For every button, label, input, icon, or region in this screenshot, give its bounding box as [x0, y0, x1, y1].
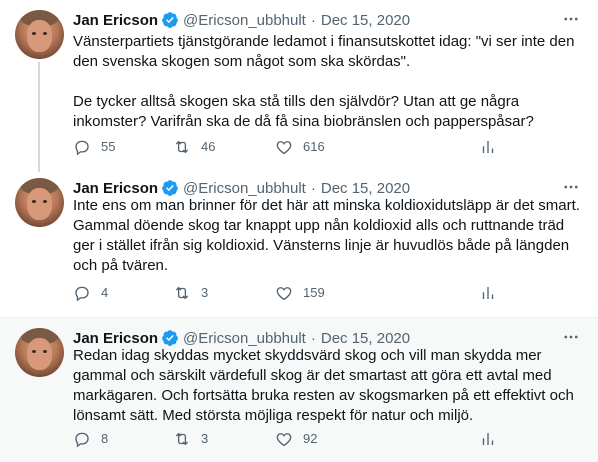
more-options-icon[interactable] — [562, 10, 580, 28]
author-name[interactable]: Jan Ericson — [73, 330, 158, 347]
verified-badge-icon — [162, 330, 178, 346]
tweet-text: Redan idag skyddas mycket skyddsvärd sko… — [73, 347, 578, 424]
like-button[interactable]: 159 — [275, 283, 325, 303]
analytics-icon — [482, 141, 494, 153]
reply-count: 8 — [101, 431, 109, 446]
tweet-1[interactable]: Jan Ericson @Ericson_ubbhult · Dec 15, 2… — [0, 0, 598, 172]
reply-button[interactable]: 4 — [73, 283, 108, 303]
author-handle[interactable]: @Ericson_ubbhult — [183, 180, 306, 197]
retweet-count: 46 — [201, 139, 216, 154]
heart-icon — [276, 287, 292, 301]
analytics-button[interactable] — [479, 283, 507, 303]
author-handle[interactable]: @Ericson_ubbhult — [183, 12, 306, 29]
tweet-actions: 8 3 92 — [73, 429, 513, 449]
analytics-icon — [482, 287, 494, 299]
like-button[interactable]: 92 — [275, 429, 317, 449]
author-handle[interactable]: @Ericson_ubbhult — [183, 330, 306, 347]
tweet-header: Jan Ericson @Ericson_ubbhult · Dec 15, 2… — [73, 178, 410, 198]
retweet-button[interactable]: 3 — [173, 283, 208, 303]
reply-button[interactable]: 8 — [73, 429, 108, 449]
tweet-date[interactable]: Dec 15, 2020 — [321, 330, 410, 347]
more-options-icon[interactable] — [562, 178, 580, 196]
reply-count: 4 — [101, 285, 109, 300]
tweet-date[interactable]: Dec 15, 2020 — [321, 180, 410, 197]
like-button[interactable]: 616 — [275, 137, 325, 157]
like-count: 92 — [303, 431, 318, 446]
tweet-header: Jan Ericson @Ericson_ubbhult · Dec 15, 2… — [73, 10, 410, 30]
retweet-icon — [175, 286, 189, 300]
separator-dot: · — [310, 11, 316, 29]
tweet-actions: 55 46 616 — [73, 137, 513, 157]
reply-icon — [75, 432, 89, 448]
tweet-3[interactable]: Jan Ericson @Ericson_ubbhult · Dec 15, 2… — [0, 318, 598, 462]
avatar[interactable] — [15, 10, 64, 59]
analytics-button[interactable] — [479, 429, 507, 449]
reply-count: 55 — [101, 139, 116, 154]
retweet-button[interactable]: 46 — [173, 137, 215, 157]
retweet-icon — [175, 432, 189, 446]
retweet-icon — [175, 140, 189, 154]
retweet-count: 3 — [201, 285, 209, 300]
more-options-icon[interactable] — [562, 328, 580, 346]
verified-badge-icon — [162, 12, 178, 28]
reply-button[interactable]: 55 — [73, 137, 115, 157]
author-name[interactable]: Jan Ericson — [73, 180, 158, 197]
verified-badge-icon — [162, 180, 178, 196]
heart-icon — [276, 141, 292, 155]
author-name[interactable]: Jan Ericson — [73, 12, 158, 29]
tweet-header: Jan Ericson @Ericson_ubbhult · Dec 15, 2… — [73, 328, 410, 348]
separator-dot: · — [310, 179, 316, 197]
avatar[interactable] — [15, 328, 64, 377]
tweet-actions: 4 3 159 — [73, 283, 513, 303]
retweet-button[interactable]: 3 — [173, 429, 208, 449]
thread-connector-line — [38, 62, 40, 172]
reply-icon — [75, 140, 89, 156]
like-count: 159 — [303, 285, 325, 300]
thread-connector-line — [38, 168, 40, 172]
analytics-icon — [482, 433, 494, 445]
reply-icon — [75, 286, 89, 302]
tweet-thread: Jan Ericson @Ericson_ubbhult · Dec 15, 2… — [0, 0, 598, 462]
tweet-text: Vänsterpartiets tjänstgörande ledamot i … — [73, 33, 575, 130]
heart-icon — [276, 433, 292, 447]
tweet-date[interactable]: Dec 15, 2020 — [321, 12, 410, 29]
retweet-count: 3 — [201, 431, 209, 446]
like-count: 616 — [303, 139, 325, 154]
tweet-2[interactable]: Jan Ericson @Ericson_ubbhult · Dec 15, 2… — [0, 168, 598, 318]
separator-dot: · — [310, 329, 316, 347]
avatar[interactable] — [15, 178, 64, 227]
analytics-button[interactable] — [479, 137, 507, 157]
tweet-text: Inte ens om man brinner för det här att … — [73, 197, 585, 274]
